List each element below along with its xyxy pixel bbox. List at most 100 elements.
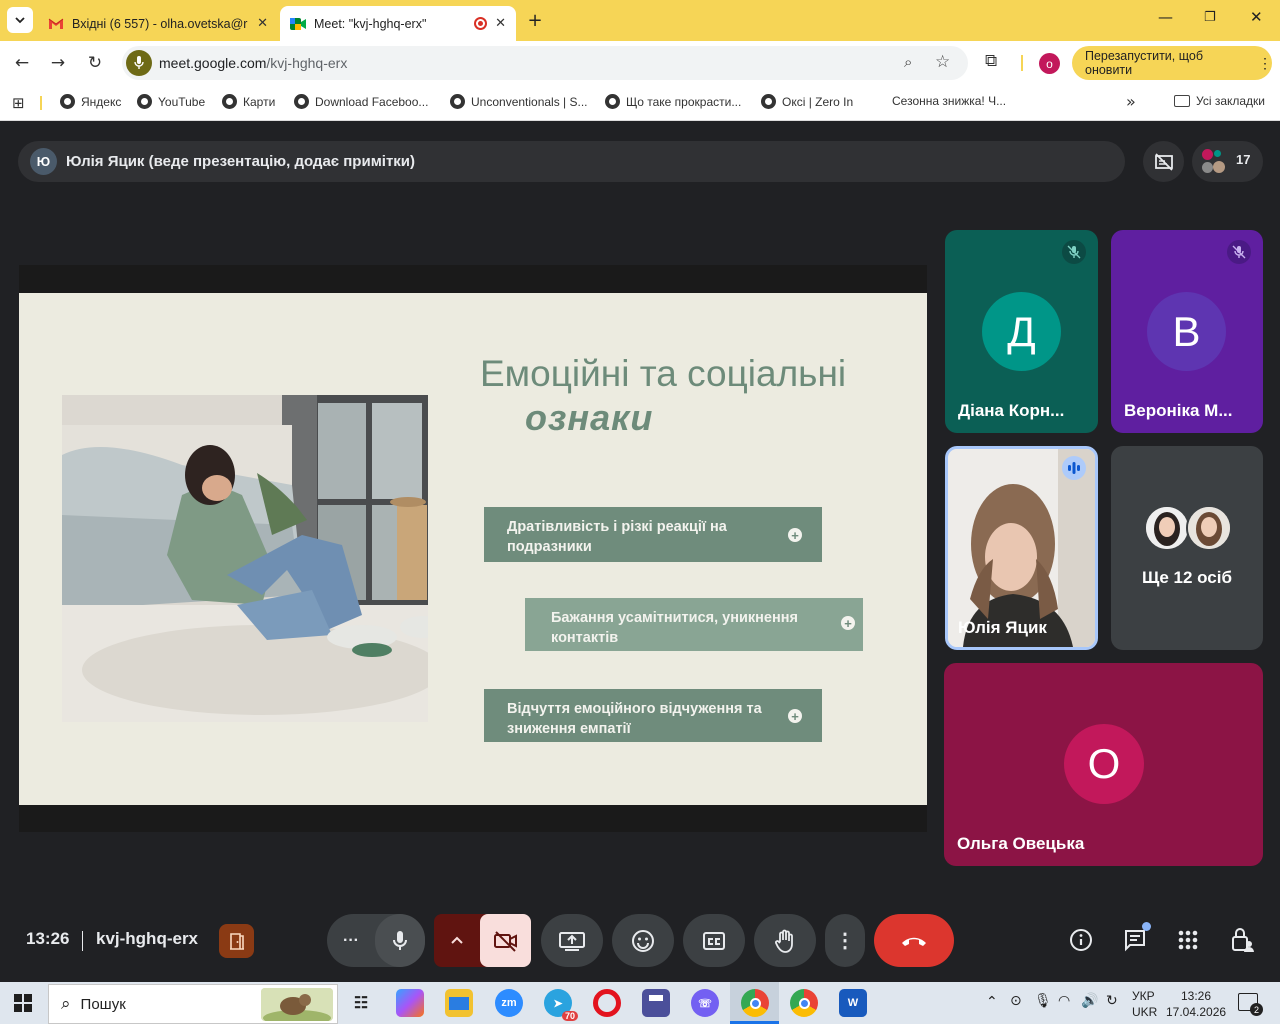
reactions-button[interactable] <box>612 914 674 967</box>
microphone-button[interactable] <box>375 914 425 967</box>
participant-avatar: О <box>1064 724 1144 804</box>
network-icon[interactable]: ◠ <box>1058 993 1070 1009</box>
url-text[interactable]: meet.google.com/kvj-hghq-erx <box>159 55 347 71</box>
relaunch-update-button[interactable]: Перезапустити, щоб оновити ⋮ <box>1072 46 1272 80</box>
bookmark-label: Download Faceboo... <box>315 94 429 109</box>
tray-chevron-icon[interactable]: ⌃ <box>986 994 998 1010</box>
participant-tile-speaking[interactable]: Юлія Яцик <box>945 446 1098 650</box>
address-bar[interactable]: meet.google.com/kvj-hghq-erx ⌕ ☆ <box>122 46 968 80</box>
bookmark-item[interactable]: Сезонна знижка! Ч... <box>892 94 1006 108</box>
more-options-button[interactable]: ⋮ <box>825 914 865 967</box>
participant-tile[interactable]: О Ольга Овецька <box>944 663 1263 866</box>
back-button[interactable]: ← <box>10 51 34 75</box>
more-bookmarks-icon[interactable]: » <box>1126 92 1136 111</box>
volume-icon[interactable]: 🔊 <box>1081 993 1098 1009</box>
meeting-time: 13:26 <box>26 929 70 948</box>
apps-grid-icon[interactable]: ⊞ <box>12 94 25 112</box>
recording-icon <box>474 17 488 30</box>
participants-button[interactable]: 17 <box>1192 141 1263 182</box>
star-icon[interactable]: ☆ <box>935 52 950 72</box>
meet-area: Ю Юлія Яцик (веде презентацію, додає при… <box>0 121 1280 982</box>
participant-count: 17 <box>1236 152 1251 167</box>
raise-hand-button[interactable] <box>754 914 816 967</box>
activities-button[interactable] <box>1174 926 1202 954</box>
hide-annotations-button[interactable] <box>1143 141 1184 182</box>
input-language[interactable]: УКР UKR <box>1132 988 1157 1020</box>
bookmark-item[interactable]: Яндекс <box>60 94 121 109</box>
present-screen-button[interactable] <box>541 914 603 967</box>
language-layout: UKR <box>1132 1005 1158 1019</box>
all-bookmarks-button[interactable]: Усі закладки <box>1174 94 1265 108</box>
tab-search-button[interactable] <box>7 7 33 33</box>
zoom-icon[interactable]: ⌕ <box>904 53 912 71</box>
profile-avatar[interactable]: o <box>1039 53 1060 74</box>
globe-icon <box>450 94 465 109</box>
microphone-in-use-icon[interactable]: 🎙 <box>1034 993 1052 1009</box>
video-options-button[interactable] <box>434 932 480 949</box>
bookmarks-bar: ⊞ Яндекс YouTube Карти Download Faceboo.… <box>0 85 1280 121</box>
participant-tile[interactable]: В Вероніка М... <box>1111 230 1263 433</box>
bookmark-item[interactable]: Download Faceboo... <box>294 94 428 109</box>
new-tab-button[interactable]: + <box>522 7 548 33</box>
host-controls-lock-button[interactable] <box>1228 926 1256 954</box>
zoom-icon: zm <box>501 997 517 1009</box>
plus-icon: + <box>527 9 543 31</box>
participant-name: Вероніка М... <box>1124 401 1233 420</box>
slide-point-text: Відчуття емоційного відчуження та знижен… <box>507 701 762 737</box>
tab-gmail[interactable]: Вхідні (6 557) - olha.ovetska@r ✕ <box>38 6 278 41</box>
tab-meet[interactable]: Meet: "kvj-hghq-erx" ✕ <box>280 6 516 41</box>
audio-options-button[interactable]: ··· <box>327 932 375 950</box>
system-clock[interactable]: 13:26 17.04.2026 <box>1166 988 1226 1020</box>
bookmark-item[interactable]: Що таке прокрасти... <box>605 94 741 109</box>
start-button[interactable] <box>14 994 32 1012</box>
chat-unread-dot <box>1142 922 1151 931</box>
task-view-button[interactable]: ☷ <box>347 989 375 1017</box>
apps-grid-icon <box>1178 930 1198 950</box>
save-app[interactable] <box>642 989 670 1017</box>
bookmark-item[interactable]: Unconventionals | S... <box>450 94 588 109</box>
leave-call-button[interactable] <box>874 914 954 967</box>
camera-off-button[interactable] <box>480 914 531 967</box>
slide-point: Дратівливість і різкі реакції на подразн… <box>484 507 822 562</box>
viber-app[interactable]: ☏ <box>691 989 719 1017</box>
bookmark-item[interactable]: YouTube <box>137 94 205 109</box>
all-bookmarks-label: Усі закладки <box>1196 94 1266 108</box>
close-window-button[interactable]: ✕ <box>1250 8 1263 26</box>
participant-avatar: Д <box>982 292 1061 371</box>
more-participants-label: Ще 12 осіб <box>1142 568 1232 587</box>
opera-app[interactable] <box>593 989 621 1017</box>
extensions-icon[interactable]: ⧉ <box>985 51 997 71</box>
camera-in-use-icon[interactable]: ⊙ <box>1010 993 1022 1009</box>
word-app[interactable]: W <box>839 989 867 1017</box>
restore-button[interactable]: ❐ <box>1204 10 1216 25</box>
file-explorer-app[interactable] <box>445 989 473 1017</box>
sync-icon[interactable]: ↻ <box>1106 993 1118 1009</box>
forward-button[interactable]: → <box>46 51 70 75</box>
chrome-profile-app[interactable] <box>790 989 818 1017</box>
plus-circle-icon: + <box>788 709 802 723</box>
door-icon <box>229 933 244 950</box>
bookmark-item[interactable]: Оксі | Zero In <box>761 94 853 109</box>
bookmark-item[interactable]: Карти <box>222 94 275 109</box>
reload-button[interactable]: ↻ <box>83 51 107 75</box>
bottom-divider <box>82 931 83 951</box>
chrome-app[interactable] <box>741 989 769 1017</box>
microphone-icon[interactable] <box>126 50 152 76</box>
meeting-details-button[interactable] <box>1067 926 1095 954</box>
zoom-app[interactable]: zm <box>495 989 523 1017</box>
chat-button[interactable] <box>1121 922 1151 954</box>
taskbar-search[interactable]: ⌕ Пошук <box>48 984 338 1024</box>
more-participants-tile[interactable]: Ще 12 осіб <box>1111 446 1263 650</box>
video-control-group <box>434 914 531 967</box>
participant-thumb <box>1186 505 1232 551</box>
participant-tile[interactable]: Д Діана Корн... <box>945 230 1098 433</box>
telegram-app[interactable]: ➤ 70 <box>544 989 578 1021</box>
close-icon[interactable]: ✕ <box>495 16 506 31</box>
notifications-button[interactable]: 2 <box>1238 993 1263 1016</box>
close-icon[interactable]: ✕ <box>257 16 268 31</box>
copilot-app[interactable] <box>396 989 424 1017</box>
minimize-button[interactable]: — <box>1158 8 1173 26</box>
captions-button[interactable] <box>683 914 745 967</box>
host-controls-button[interactable] <box>219 924 254 958</box>
telegram-badge: 70 <box>561 1011 578 1021</box>
